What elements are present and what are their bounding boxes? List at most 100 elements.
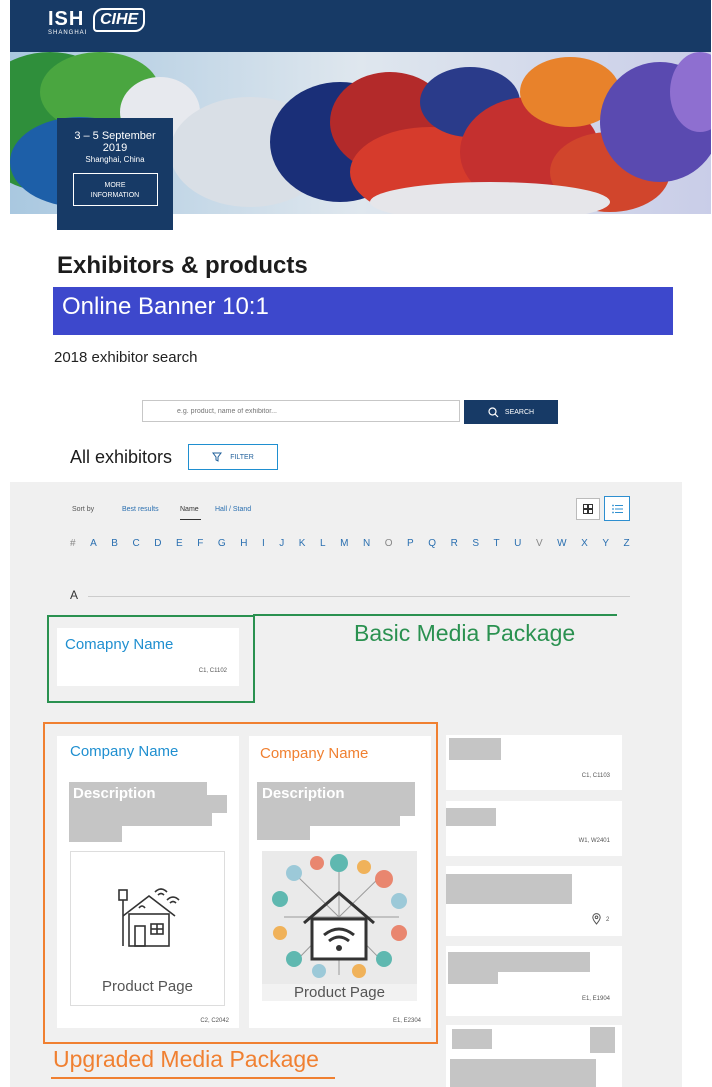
upgraded-exhibitor-card-2[interactable]: Company Name Description Product Page E1… [249, 736, 431, 1028]
page-title: Exhibitors & products [57, 252, 308, 279]
search-button-label: SEARCH [504, 408, 535, 416]
alphabet-letter-z[interactable]: Z [624, 538, 630, 549]
alphabet-letter-d[interactable]: D [154, 538, 161, 549]
alphabet-letter-b[interactable]: B [111, 538, 118, 549]
ish-logo[interactable]: ISH [48, 8, 84, 31]
alphabet-letter-r[interactable]: R [451, 538, 458, 549]
stand-number: C1, C1102 [198, 668, 227, 674]
alphabet-letter-a[interactable]: A [90, 538, 97, 549]
ish-logo-subtitle: SHANGHAI [48, 30, 88, 36]
event-location: Shanghai, China [85, 155, 145, 164]
alphabet-index: # A B C D E F G H I J K L M N O P Q R S T U V W X Y Z [70, 538, 630, 549]
cihe-logo[interactable]: CIHE [93, 8, 146, 32]
alphabet-letter-y[interactable]: Y [602, 538, 609, 549]
location-pin-icon [592, 913, 601, 925]
stand-number: C2, C2042 [200, 1018, 229, 1024]
grid-view-icon[interactable] [576, 498, 600, 520]
alphabet-letter-c[interactable]: C [133, 538, 140, 549]
list-view-icon[interactable] [604, 496, 630, 521]
description-label: Description [262, 785, 345, 802]
product-page-thumbnail[interactable]: Product Page [70, 851, 225, 1006]
exhibitor-card[interactable]: 2 [446, 866, 622, 936]
section-letter: A [70, 588, 79, 602]
upgraded-exhibitor-card-1[interactable]: Company Name Description Product Page C2… [57, 736, 239, 1028]
name-placeholder [448, 970, 498, 984]
basic-exhibitor-card[interactable]: Comapny Name C1, C1102 [57, 628, 239, 686]
company-name[interactable]: Company Name [70, 743, 178, 760]
exhibitor-card[interactable]: W1, W2401 [446, 801, 622, 856]
search-input[interactable] [142, 400, 460, 422]
event-dates: 3 – 5 September [74, 130, 156, 142]
event-date-box: 3 – 5 September 2019 Shanghai, China MOR… [57, 118, 173, 230]
alphabet-letter-x[interactable]: X [581, 538, 588, 549]
name-placeholder [452, 1029, 492, 1049]
description-placeholder [69, 824, 122, 842]
more-information-label-line2: INFORMATION [90, 192, 140, 199]
description-placeholder [69, 802, 212, 826]
alphabet-letter-j[interactable]: J [279, 538, 284, 549]
alphabet-letter-g[interactable]: G [218, 538, 226, 549]
name-placeholder [446, 874, 572, 904]
name-placeholder [449, 738, 501, 760]
stand-number: C1, C1103 [581, 773, 610, 779]
alphabet-letter-o[interactable]: O [385, 538, 393, 549]
alphabet-letter-e[interactable]: E [176, 538, 183, 549]
location-count: 2 [606, 917, 610, 923]
sort-option-hall-stand[interactable]: Hall / Stand [215, 506, 251, 513]
alphabet-letter-w[interactable]: W [557, 538, 566, 549]
upgraded-package-underline [51, 1077, 335, 1079]
alphabet-letter-q[interactable]: Q [428, 538, 436, 549]
alphabet-letter-hash[interactable]: # [70, 538, 76, 549]
filter-button-label: FILTER [230, 453, 254, 461]
all-exhibitors-heading: All exhibitors [70, 447, 173, 467]
search-icon [488, 406, 499, 417]
more-information-label-line1: MORE [104, 182, 126, 189]
product-page-label: Product Page [262, 984, 417, 1001]
name-placeholder [446, 808, 496, 826]
alphabet-letter-f[interactable]: F [197, 538, 203, 549]
alphabet-letter-k[interactable]: K [299, 538, 306, 549]
search-title: 2018 exhibitor search [54, 349, 198, 366]
stand-number: E1, E2304 [392, 1018, 421, 1024]
description-placeholder [257, 824, 310, 840]
alphabet-letter-l[interactable]: L [320, 538, 326, 549]
online-banner-placeholder[interactable]: Online Banner 10:1 [53, 287, 673, 335]
search-button[interactable]: SEARCH [464, 400, 558, 424]
company-name[interactable]: Comapny Name [65, 636, 173, 653]
product-page-thumbnail[interactable]: Product Page [262, 851, 417, 1001]
event-year: 2019 [102, 142, 128, 154]
alphabet-letter-v[interactable]: V [536, 538, 543, 549]
name-placeholder [450, 1059, 596, 1087]
description-placeholder [257, 802, 400, 826]
product-page-label: Product Page [102, 978, 193, 995]
alphabet-letter-u[interactable]: U [514, 538, 521, 549]
upgraded-media-package-label: Upgraded Media Package [53, 1046, 319, 1072]
stand-number: E1, E1904 [581, 996, 610, 1002]
alphabet-letter-i[interactable]: I [262, 538, 265, 549]
alphabet-letter-m[interactable]: M [340, 538, 348, 549]
sort-by-label: Sort by [72, 506, 95, 513]
alphabet-letter-p[interactable]: P [407, 538, 414, 549]
company-name[interactable]: Company Name [260, 745, 368, 762]
smart-home-network-icon [272, 854, 407, 978]
more-information-button[interactable]: MORE INFORMATION [72, 173, 158, 206]
exhibitor-card[interactable]: C1, C1103 [446, 735, 622, 790]
name-placeholder [448, 952, 590, 972]
alphabet-letter-n[interactable]: N [363, 538, 370, 549]
section-divider [88, 596, 630, 597]
description-label: Description [73, 785, 156, 802]
sort-option-best-results[interactable]: Best results [122, 506, 159, 513]
name-placeholder [590, 1027, 615, 1053]
sort-active-underline [180, 519, 201, 520]
filter-button[interactable]: FILTER [188, 444, 278, 470]
basic-package-line [253, 614, 617, 616]
alphabet-letter-h[interactable]: H [240, 538, 247, 549]
alphabet-letter-s[interactable]: S [472, 538, 479, 549]
sort-option-name[interactable]: Name [180, 506, 199, 513]
exhibitor-card[interactable] [446, 1025, 622, 1087]
stand-number: W1, W2401 [578, 838, 610, 844]
filter-icon [212, 452, 223, 462]
exhibitor-card[interactable]: E1, E1904 [446, 946, 622, 1016]
basic-media-package-label: Basic Media Package [354, 620, 576, 646]
alphabet-letter-t[interactable]: T [494, 538, 500, 549]
